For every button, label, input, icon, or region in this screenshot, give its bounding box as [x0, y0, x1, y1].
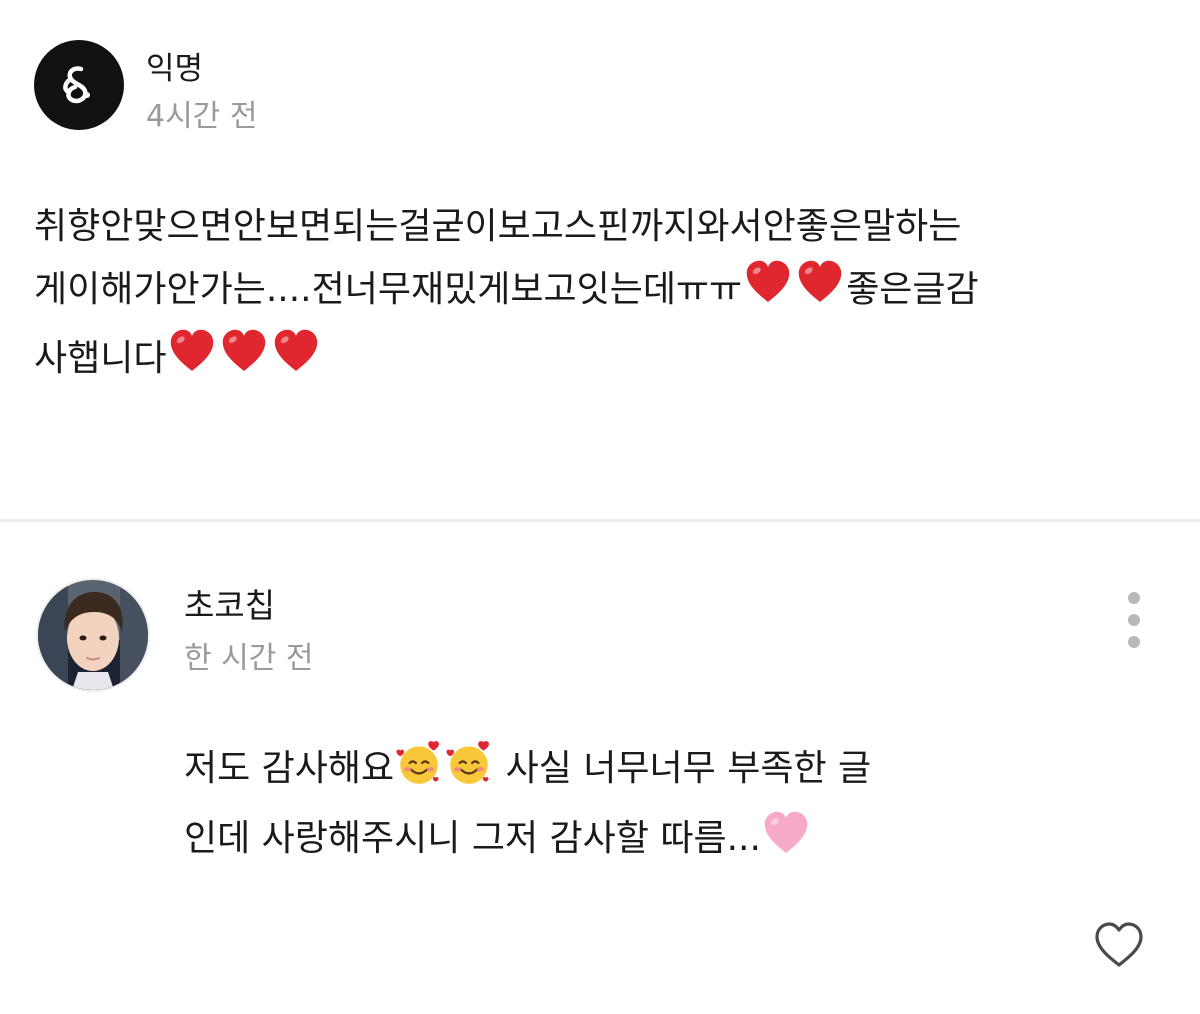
anonymous-avatar[interactable] [34, 40, 124, 130]
comment-body-text: 좋은글감 [846, 269, 979, 310]
more-vertical-icon-dot [1128, 614, 1140, 626]
more-vertical-icon [1128, 592, 1140, 604]
smiling-face-with-hearts-icon [444, 738, 494, 808]
comment-top: 익명 4시간 전 취향안맞으면안보면되는걸굳이보고스핀까지와서안좋은말하는게이해… [0, 0, 1200, 520]
smiling-face-with-hearts-icon [394, 738, 444, 808]
red-heart-icon [743, 257, 793, 326]
author-name[interactable]: 익명 [146, 50, 203, 88]
comment-body: 취향안맞으면안보면되는걸굳이보고스핀까지와서안좋은말하는게이해가안가는....전… [34, 197, 1174, 395]
pink-heart-icon [761, 808, 811, 878]
red-heart-icon [167, 326, 217, 395]
avatar[interactable] [36, 578, 150, 692]
reply-body-text: 저도 감사해요 [184, 748, 395, 789]
reply-body-text: 사실 너무너무 부족한 글 [494, 748, 872, 789]
author-name[interactable]: 초코칩 [184, 586, 275, 626]
red-heart-icon [219, 326, 269, 395]
comment-body-text: 사햅니다 [34, 338, 167, 379]
more-options-button[interactable] [1114, 592, 1154, 648]
divider [0, 519, 1200, 522]
anonymous-logo-icon [63, 66, 90, 104]
comment-body-text: 취향안맞으면안보면되는걸굳이보고스핀까지와서안좋은말하는 [34, 206, 962, 247]
red-heart-icon [795, 257, 845, 326]
profile-photo [38, 580, 148, 690]
more-vertical-icon-dot [1128, 636, 1140, 648]
timestamp: 4시간 전 [146, 99, 258, 134]
reply-body-text: 인데 사랑해주시니 그저 감사할 따름... [184, 818, 761, 859]
reply-body: 저도 감사해요 사실 너무너무 부족한 글인데 사랑해주시니 그저 감사할 따름… [184, 738, 1144, 878]
like-button[interactable] [1093, 921, 1145, 969]
heart-outline-icon [1095, 922, 1143, 967]
comment-body-text: 게이해가안가는....전너무재밌게보고잇는데ㅠㅠ [34, 269, 743, 310]
timestamp: 한 시간 전 [184, 641, 314, 676]
red-heart-icon [271, 326, 321, 395]
